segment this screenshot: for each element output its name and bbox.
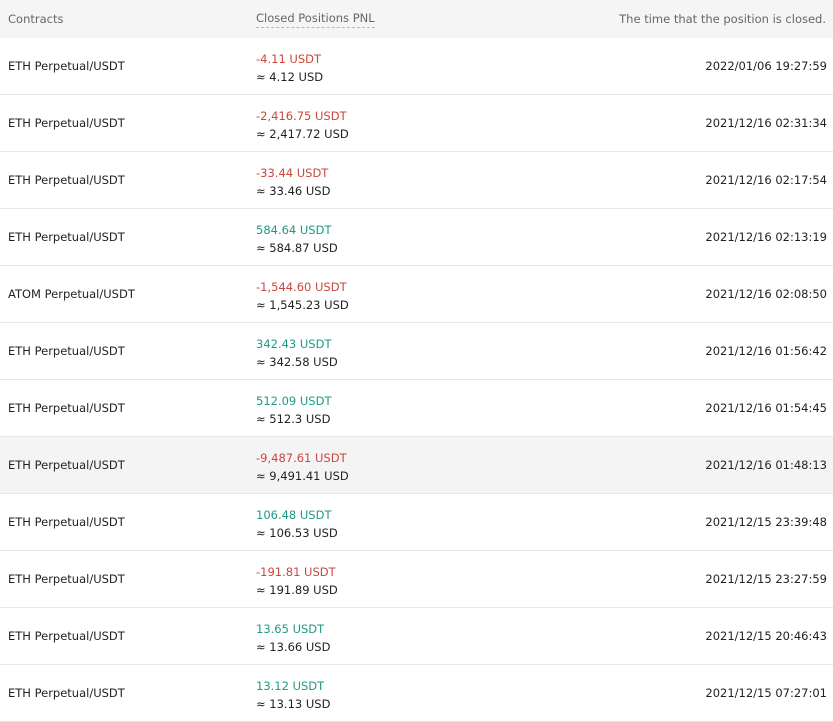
contracts-column-header: Contracts bbox=[8, 12, 64, 26]
pnl-usd-value: ≈ 9,491.41 USD bbox=[256, 469, 349, 483]
contract-name[interactable]: ATOM Perpetual/USDT bbox=[8, 287, 135, 301]
pnl-usd-value: ≈ 512.3 USD bbox=[256, 412, 331, 426]
pnl-usdt-value: -191.81 USDT bbox=[256, 565, 336, 579]
pnl-usdt-value: -1,544.60 USDT bbox=[256, 280, 347, 294]
contract-name[interactable]: ETH Perpetual/USDT bbox=[8, 116, 125, 130]
contract-name[interactable]: ETH Perpetual/USDT bbox=[8, 230, 125, 244]
close-time: 2022/01/06 19:27:59 bbox=[705, 59, 827, 73]
pnl-usdt-value: 584.64 USDT bbox=[256, 223, 332, 237]
pnl-cell: -4.11 USDT ≈ 4.12 USD bbox=[256, 50, 323, 86]
pnl-usdt-value: -33.44 USDT bbox=[256, 166, 329, 180]
pnl-usdt-value: 106.48 USDT bbox=[256, 508, 332, 522]
pnl-usdt-value: 512.09 USDT bbox=[256, 394, 332, 408]
table-row[interactable]: ETH Perpetual/USDT -33.44 USDT ≈ 33.46 USD… bbox=[0, 152, 833, 209]
close-time: 2021/12/15 23:27:59 bbox=[705, 572, 827, 586]
contract-name[interactable]: ETH Perpetual/USDT bbox=[8, 59, 125, 73]
close-time: 2021/12/16 01:48:13 bbox=[705, 458, 827, 472]
close-time: 2021/12/16 02:13:19 bbox=[705, 230, 827, 244]
pnl-cell: -2,416.75 USDT ≈ 2,417.72 USD bbox=[256, 107, 349, 143]
close-time: 2021/12/16 01:56:42 bbox=[705, 344, 827, 358]
contract-name[interactable]: ETH Perpetual/USDT bbox=[8, 629, 125, 643]
close-time: 2021/12/15 23:39:48 bbox=[705, 515, 827, 529]
pnl-usd-value: ≈ 1,545.23 USD bbox=[256, 298, 349, 312]
contract-name[interactable]: ETH Perpetual/USDT bbox=[8, 572, 125, 586]
table-row[interactable]: ETH Perpetual/USDT 342.43 USDT ≈ 342.58 US… bbox=[0, 323, 833, 380]
pnl-cell: 106.48 USDT ≈ 106.53 USD bbox=[256, 506, 338, 542]
pnl-usdt-value: 13.65 USDT bbox=[256, 622, 325, 636]
table-row[interactable]: ETH Perpetual/USDT 13.12 USDT ≈ 13.13 USD 2… bbox=[0, 665, 833, 722]
table-row[interactable]: ATOM Perpetual/USDT -1,544.60 USDT ≈ 1,545… bbox=[0, 266, 833, 323]
close-time: 2021/12/16 01:54:45 bbox=[705, 401, 827, 415]
close-time: 2021/12/15 07:27:01 bbox=[705, 686, 827, 700]
time-column-header: The time that the position is closed. bbox=[619, 12, 826, 26]
contract-name[interactable]: ETH Perpetual/USDT bbox=[8, 686, 125, 700]
pnl-usd-value: ≈ 33.46 USD bbox=[256, 184, 331, 198]
table-row[interactable]: ETH Perpetual/USDT -9,487.61 USDT ≈ 9,491.… bbox=[0, 437, 833, 494]
pnl-usdt-value: 342.43 USDT bbox=[256, 337, 332, 351]
contract-name[interactable]: ETH Perpetual/USDT bbox=[8, 401, 125, 415]
pnl-cell: 13.12 USDT ≈ 13.13 USD bbox=[256, 677, 330, 713]
pnl-cell: 512.09 USDT ≈ 512.3 USD bbox=[256, 392, 332, 428]
table-body: ETH Perpetual/USDT -4.11 USDT ≈ 4.12 USD 20… bbox=[0, 38, 833, 722]
table-header: Contracts Closed Positions PNL The time … bbox=[0, 0, 833, 38]
closed-positions-table: Contracts Closed Positions PNL The time … bbox=[0, 0, 833, 722]
pnl-usd-value: ≈ 342.58 USD bbox=[256, 355, 338, 369]
contract-name[interactable]: ETH Perpetual/USDT bbox=[8, 458, 125, 472]
pnl-usd-value: ≈ 191.89 USD bbox=[256, 583, 338, 597]
pnl-cell: -1,544.60 USDT ≈ 1,545.23 USD bbox=[256, 278, 349, 314]
table-row[interactable]: ETH Perpetual/USDT 584.64 USDT ≈ 584.87 US… bbox=[0, 209, 833, 266]
table-row[interactable]: ETH Perpetual/USDT -191.81 USDT ≈ 191.89 U… bbox=[0, 551, 833, 608]
pnl-cell: -9,487.61 USDT ≈ 9,491.41 USD bbox=[256, 449, 349, 485]
close-time: 2021/12/16 02:31:34 bbox=[705, 116, 827, 130]
pnl-usd-value: ≈ 13.66 USD bbox=[256, 640, 331, 654]
pnl-usd-value: ≈ 106.53 USD bbox=[256, 526, 338, 540]
pnl-usdt-value: -4.11 USDT bbox=[256, 52, 322, 66]
pnl-cell: 342.43 USDT ≈ 342.58 USD bbox=[256, 335, 338, 371]
contract-name[interactable]: ETH Perpetual/USDT bbox=[8, 344, 125, 358]
close-time: 2021/12/16 02:08:50 bbox=[705, 287, 827, 301]
pnl-usd-value: ≈ 584.87 USD bbox=[256, 241, 338, 255]
pnl-cell: 584.64 USDT ≈ 584.87 USD bbox=[256, 221, 338, 257]
contract-name[interactable]: ETH Perpetual/USDT bbox=[8, 515, 125, 529]
table-row[interactable]: ETH Perpetual/USDT 512.09 USDT ≈ 512.3 USD… bbox=[0, 380, 833, 437]
close-time: 2021/12/15 20:46:43 bbox=[705, 629, 827, 643]
table-row[interactable]: ETH Perpetual/USDT 13.65 USDT ≈ 13.66 USD 2… bbox=[0, 608, 833, 665]
pnl-column-header[interactable]: Closed Positions PNL bbox=[256, 11, 375, 28]
table-row[interactable]: ETH Perpetual/USDT -4.11 USDT ≈ 4.12 USD 20… bbox=[0, 38, 833, 95]
pnl-cell: -191.81 USDT ≈ 191.89 USD bbox=[256, 563, 338, 599]
pnl-usd-value: ≈ 13.13 USD bbox=[256, 697, 331, 711]
pnl-usd-value: ≈ 2,417.72 USD bbox=[256, 127, 349, 141]
pnl-usdt-value: 13.12 USDT bbox=[256, 679, 325, 693]
table-row[interactable]: ETH Perpetual/USDT 106.48 USDT ≈ 106.53 US… bbox=[0, 494, 833, 551]
pnl-usdt-value: -9,487.61 USDT bbox=[256, 451, 347, 465]
close-time: 2021/12/16 02:17:54 bbox=[705, 173, 827, 187]
table-row[interactable]: ETH Perpetual/USDT -2,416.75 USDT ≈ 2,417.… bbox=[0, 95, 833, 152]
pnl-usdt-value: -2,416.75 USDT bbox=[256, 109, 347, 123]
pnl-cell: 13.65 USDT ≈ 13.66 USD bbox=[256, 620, 330, 656]
pnl-usd-value: ≈ 4.12 USD bbox=[256, 70, 324, 84]
pnl-cell: -33.44 USDT ≈ 33.46 USD bbox=[256, 164, 330, 200]
contract-name[interactable]: ETH Perpetual/USDT bbox=[8, 173, 125, 187]
